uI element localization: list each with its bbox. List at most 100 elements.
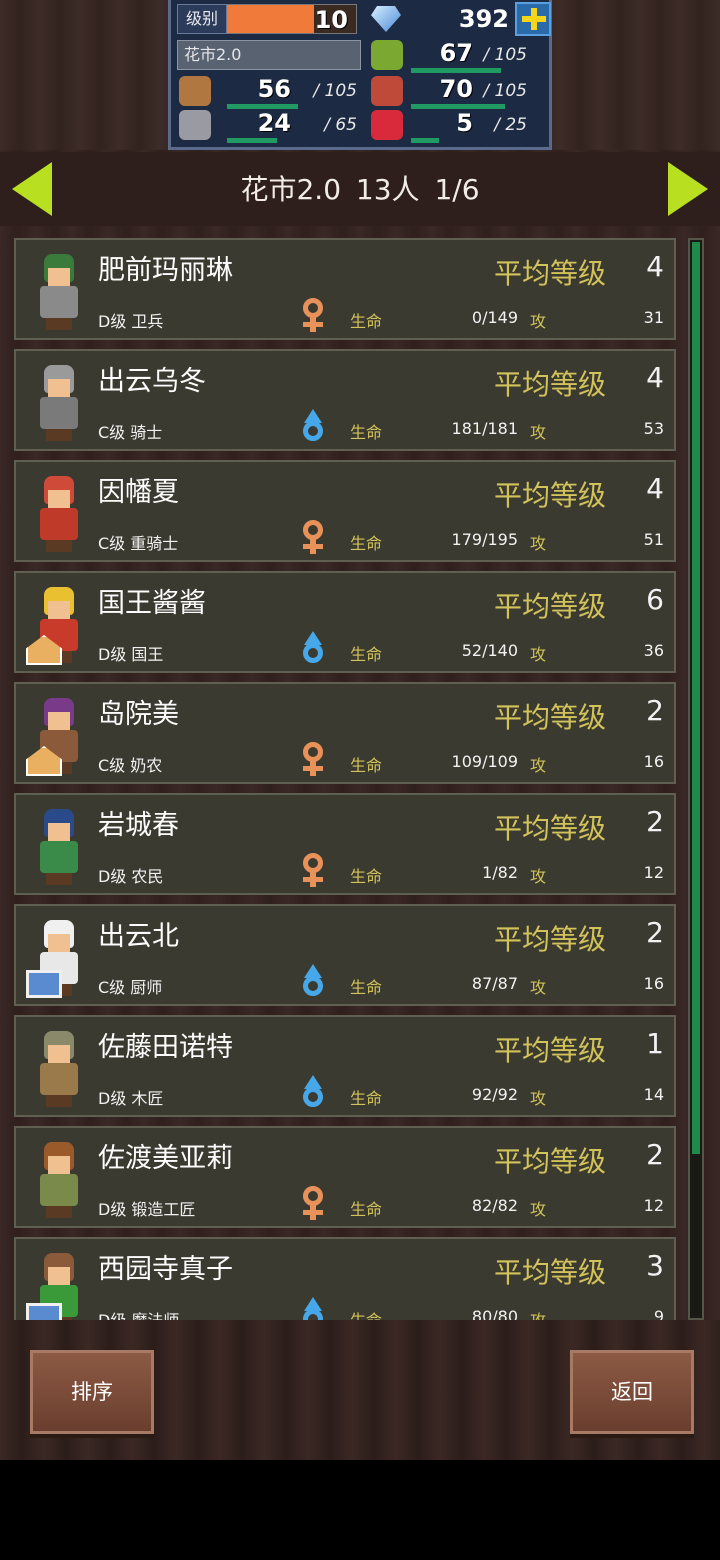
scrollbar-thumb[interactable] [692,242,700,1154]
attack-value: 53 [643,419,664,438]
female-icon [298,853,328,887]
attack-label: 攻 [530,978,547,997]
resource-value: 67 [439,39,473,67]
add-gems-button[interactable] [515,2,551,36]
list-scrollbar[interactable] [688,238,704,1320]
attack-value: 16 [643,752,664,771]
avg-level-value: 2 [646,694,664,727]
avg-level-value: 2 [646,916,664,949]
avatar-outfit [40,1063,78,1095]
avatar-outfit [40,397,78,429]
resident-class: C级 厨师 [98,978,163,997]
hp-label: 生命 [350,867,383,886]
avatar-legs [46,318,72,330]
attack-label: 攻 [530,756,547,775]
avg-level-label: 平均等级 [494,368,607,401]
avg-level-value: 4 [646,361,664,394]
resident-card[interactable]: 肥前玛丽琳 平均等级 4 D级 卫兵 生命 0/149 攻 31 [14,238,676,340]
hp-value: 109/109 [451,752,518,771]
avatar-face [48,712,70,730]
attack-value: 36 [643,641,664,660]
resident-card[interactable]: 出云北 平均等级 2 C级 厨师 生命 87/87 攻 16 [14,904,676,1006]
wood-log-icon [179,76,211,106]
avatar-outfit [40,286,78,318]
hp-value: 0/149 [471,308,518,327]
male-icon [298,964,328,998]
hp-label: 生命 [350,312,383,331]
hp-value: 181/181 [451,419,518,438]
resident-name: 西园寺真子 [98,1254,233,1285]
resource-max: / 105 [483,45,527,65]
resident-name: 肥前玛丽琳 [98,255,233,286]
diamond-icon [371,6,401,32]
resident-class: C级 奶农 [98,756,163,775]
avg-level-label: 平均等级 [494,590,607,623]
avatar-face [48,1267,70,1285]
avatar-face [48,490,70,508]
resident-card[interactable]: 岩城春 平均等级 2 D级 农民 生命 1/82 攻 12 [14,793,676,895]
avg-level-label: 平均等级 [494,1145,607,1178]
resident-avatar [26,1142,90,1220]
level-progress-fill [224,5,314,33]
resident-card[interactable]: 国王酱酱 平均等级 6 D级 国王 生命 52/140 攻 36 [14,571,676,673]
resource-value: 70 [439,75,473,103]
avatar-face [48,379,70,397]
resident-avatar [26,920,90,998]
resident-card[interactable]: 出云乌冬 平均等级 4 C级 骑士 生命 181/181 攻 53 [14,349,676,451]
resource-value: 5 [456,109,473,137]
avg-level-value: 2 [646,805,664,838]
level-value: 10 [314,6,348,34]
avg-level-label: 平均等级 [494,1256,607,1289]
attack-label: 攻 [530,1200,547,1219]
resident-class: C级 骑士 [98,423,163,442]
female-icon [298,298,328,332]
avatar-legs [46,873,72,885]
level-label: 级别 [177,4,227,34]
hp-value: 80/80 [471,1307,518,1320]
ruby-icon [371,110,403,140]
stone-ore-icon [179,110,211,140]
resident-card[interactable]: 因幡夏 平均等级 4 C级 重骑士 生命 179/195 攻 51 [14,460,676,562]
resident-name: 佐渡美亚莉 [98,1143,233,1174]
hp-value: 87/87 [471,974,518,993]
avg-level-value: 4 [646,472,664,505]
resident-class: D级 魔法师 [98,1307,179,1320]
avg-level-label: 平均等级 [494,923,607,956]
food-basket-icon [371,76,403,106]
resident-avatar [26,1031,90,1109]
page-title: 花市2.0 13人 1/6 [240,173,480,206]
back-button[interactable]: 返回 [570,1350,694,1434]
hp-value: 179/195 [451,530,518,549]
resident-avatar [26,254,90,332]
attack-value: 51 [643,530,664,549]
resident-card[interactable]: 岛院美 平均等级 2 C级 奶农 生命 109/109 攻 16 [14,682,676,784]
resident-avatar [26,476,90,554]
attack-label: 攻 [530,1307,546,1320]
resident-card[interactable]: 佐渡美亚莉 平均等级 2 D级 锻造工匠 生命 82/82 攻 12 [14,1126,676,1228]
male-icon [298,1075,328,1109]
status-hud: 10 级别 392 花市2.0 67 / 105 56 / 105 70 / 105 24 /… [168,0,552,150]
resident-card[interactable]: 西园寺真子 平均等级 3 D级 魔法师 生命 80/80 攻 9 [14,1237,676,1320]
hp-label: 生命 [350,1089,383,1108]
resource-max: / 105 [483,81,527,101]
resident-list[interactable]: 肥前玛丽琳 平均等级 4 D级 卫兵 生命 0/149 攻 31 出云乌冬 平均等级 4 C级 骑士生… [8,232,708,1320]
avg-level-label: 平均等级 [494,1034,607,1067]
resident-name: 国王酱酱 [98,588,206,619]
resident-class: D级 农民 [98,867,164,886]
hp-value: 52/140 [461,641,518,660]
avatar-face [48,1045,70,1063]
resident-avatar [26,809,90,887]
attack-label: 攻 [530,645,547,664]
town-name: 花市2.0 [177,40,361,70]
avatar-outfit [40,1174,78,1206]
sort-button[interactable]: 排序 [30,1350,154,1434]
avatar-face [48,601,70,619]
resident-class: D级 木匠 [98,1089,164,1108]
attack-label: 攻 [530,1089,547,1108]
resource-value: 56 [257,75,291,103]
attack-value: 16 [643,974,664,993]
resident-card[interactable]: 佐藤田诺特 平均等级 1 D级 木匠 生命 92/92 攻 14 [14,1015,676,1117]
resident-avatar [26,587,90,665]
attack-value: 12 [643,1196,664,1215]
female-icon [298,742,328,776]
